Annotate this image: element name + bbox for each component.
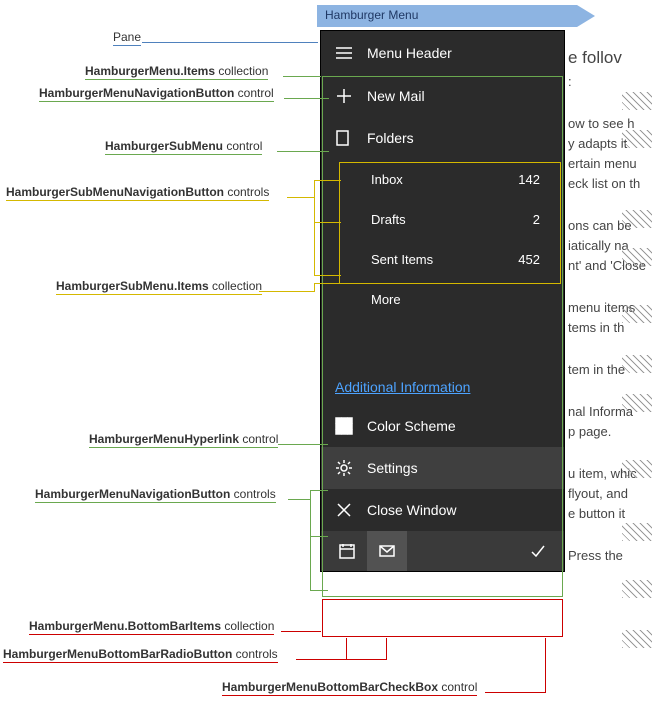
submenu-label: Inbox (371, 172, 403, 187)
submenu-count: 2 (533, 212, 540, 227)
close-row[interactable]: Close Window (321, 489, 564, 531)
calendar-button[interactable] (327, 531, 367, 571)
submenu-more[interactable]: More (321, 279, 564, 319)
menu-header-label: Menu Header (367, 45, 452, 61)
check-button[interactable] (518, 531, 558, 571)
submenu-count: 142 (518, 172, 540, 187)
submenu-label: Sent Items (371, 252, 433, 267)
hyperlink-label: Additional Information (335, 379, 470, 395)
submenu-count: 452 (518, 252, 540, 267)
hamburger-icon (335, 44, 353, 62)
bottom-bar (321, 531, 564, 571)
new-mail-row[interactable]: New Mail (321, 75, 564, 117)
color-scheme-row[interactable]: Color Scheme (321, 405, 564, 447)
settings-row[interactable]: Settings (321, 447, 564, 489)
callout-items: HamburgerMenu.Items collection (85, 64, 268, 80)
callout-bottombar: HamburgerMenu.BottomBarItems collection (29, 619, 274, 635)
new-mail-label: New Mail (367, 88, 425, 104)
hyperlink-row[interactable]: Additional Information (321, 369, 564, 405)
bottombar-overlay (322, 599, 563, 637)
close-icon (335, 501, 353, 519)
callout-navbtns: HamburgerMenuNavigationButton controls (35, 487, 276, 503)
folders-label: Folders (367, 130, 414, 146)
folder-icon (335, 129, 353, 147)
callout-navbtn: HamburgerMenuNavigationButton control (39, 86, 274, 102)
callout-pane: Pane (113, 30, 141, 46)
callout-bbradio: HamburgerMenuBottomBarRadioButton contro… (3, 647, 278, 663)
close-label: Close Window (367, 502, 456, 518)
gear-icon (335, 459, 353, 477)
callout-subnav: HamburgerSubMenuNavigationButton control… (6, 185, 269, 201)
submenu-label: More (371, 292, 401, 307)
callout-subitems: HamburgerSubMenu.Items collection (56, 279, 262, 295)
folders-row[interactable]: Folders (321, 117, 564, 159)
hamburger-panel: Menu Header New Mail Folders Inbox 142 D… (320, 30, 565, 572)
color-scheme-label: Color Scheme (367, 418, 456, 434)
callout-submenu: HamburgerSubMenu control (105, 139, 262, 155)
plus-icon (335, 87, 353, 105)
submenu-sent[interactable]: Sent Items 452 (321, 239, 564, 279)
settings-label: Settings (367, 460, 418, 476)
submenu-inbox[interactable]: Inbox 142 (321, 159, 564, 199)
submenu-drafts[interactable]: Drafts 2 (321, 199, 564, 239)
callout-bbcheck: HamburgerMenuBottomBarCheckBox control (222, 680, 477, 696)
menu-header-row[interactable]: Menu Header (321, 31, 564, 75)
callout-hyperlink: HamburgerMenuHyperlink control (89, 432, 278, 448)
mail-button[interactable] (367, 531, 407, 571)
grid-icon (335, 417, 353, 435)
title-ribbon: Hamburger Menu (317, 5, 577, 27)
title-text: Hamburger Menu (325, 8, 418, 22)
submenu-label: Drafts (371, 212, 406, 227)
